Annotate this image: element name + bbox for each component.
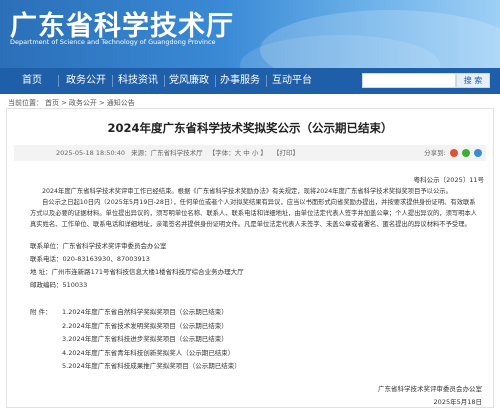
body-paragraph: 自公示之日起10日内（2025年5月19日-28日），任何单位或者个人对拟奖结果… bbox=[30, 199, 478, 228]
share-bar: 分享到: bbox=[424, 145, 482, 161]
contact-label: 邮政编码： bbox=[30, 281, 63, 289]
article-body: 2024年度广东省科学技术奖评审工作已经结束。根据《广东省科学技术奖励办法》有关… bbox=[30, 186, 480, 230]
breadcrumb: 当前位置： 首页 > 政务公开 > 通知公告 bbox=[8, 98, 137, 108]
body-paragraph: 2024年度广东省科学技术奖评审工作已经结束。根据《广东省科学技术奖励办法》有关… bbox=[42, 188, 452, 195]
print-link[interactable]: 【打印】 bbox=[273, 149, 299, 157]
nav-item-services[interactable]: 办事服务 bbox=[216, 68, 264, 94]
signature-org: 广东省科学技术奖评审委员会办公室 bbox=[378, 385, 482, 393]
font-size-controls[interactable]: 【字体：大 中 小 】 bbox=[209, 149, 267, 157]
attachment-link[interactable]: 2.2024年度广东省技术发明奖拟奖项目（公示期已结束） bbox=[62, 320, 241, 334]
site-subtitle: Department of Science and Technology of … bbox=[10, 38, 216, 46]
search-input[interactable] bbox=[362, 73, 456, 88]
share-label: 分享到: bbox=[424, 149, 446, 157]
article-title: 2024年度广东省科学技术奖拟奖公示（公示期已结束） bbox=[107, 121, 393, 135]
breadcrumb-item-gov-affairs[interactable]: 政务公开 bbox=[69, 99, 97, 107]
attachment-link[interactable]: 4.2024年度广东省青年科技创新奖拟奖人（公示期已结束） bbox=[62, 347, 241, 361]
contact-label: 地 址： bbox=[30, 268, 52, 276]
contact-label: 联系电话： bbox=[30, 255, 63, 263]
article-meta-bar: 2025-05-18 18:50:40 来源：广东省科学技术厅 【字体：大 中 … bbox=[14, 145, 486, 161]
contact-row: 地 址：广州市连新路171号省科技信息大楼1楼省科技厅综合业务办理大厅 bbox=[30, 266, 244, 279]
signature-block: 广东省科学技术奖评审委员会办公室 2025年5月18日 bbox=[378, 383, 482, 409]
breadcrumb-separator: > bbox=[61, 99, 67, 107]
contact-label: 联系单位： bbox=[30, 242, 63, 250]
attachment-link[interactable]: 3.2024年度广东省科技进步奖拟奖项目（公示期已结束） bbox=[62, 333, 241, 347]
nav-item-interaction[interactable]: 互动平台 bbox=[268, 68, 316, 94]
qzone-icon[interactable] bbox=[474, 149, 482, 157]
site-banner: 广东省科学技术厅 Department of Science and Techn… bbox=[0, 0, 500, 68]
wechat-icon[interactable] bbox=[461, 149, 470, 157]
contact-value: 广东省科学技术奖评审委员会办公室 bbox=[62, 242, 167, 250]
contact-info: 联系单位：广东省科学技术奖评审委员会办公室 联系电话：020-83163930、… bbox=[30, 240, 244, 292]
nav-item-gov-affairs[interactable]: 政务公开 bbox=[62, 68, 110, 94]
nav-item-news[interactable]: 科技资讯 bbox=[114, 68, 162, 94]
contact-row: 联系电话：020-83163930、87003913 bbox=[30, 253, 244, 266]
attachment-list: 1.2024年度广东省自然科学奖拟奖项目（公示期已结束） 2.2024年度广东省… bbox=[62, 306, 241, 374]
weibo-icon[interactable] bbox=[449, 149, 458, 157]
breadcrumb-item-notices[interactable]: 通知公告 bbox=[107, 99, 135, 107]
nav-divider bbox=[266, 75, 267, 87]
search-button[interactable]: 搜 索 bbox=[456, 73, 490, 88]
document-number: 粤科公示〔2025〕11号 bbox=[413, 176, 484, 184]
nav-divider bbox=[58, 75, 59, 87]
contact-value: 020-83163930、87003913 bbox=[62, 255, 150, 263]
nav-item-home[interactable]: 首页 bbox=[14, 68, 50, 94]
attachments-label: 附 件： bbox=[30, 308, 52, 316]
article-date: 2025-05-18 18:50:40 bbox=[56, 149, 126, 157]
nav-item-integrity[interactable]: 党风廉政 bbox=[165, 68, 213, 94]
attachment-link[interactable]: 5.2024年度广东省科技成果推广奖拟奖项目（公示期已结束） bbox=[62, 360, 241, 374]
contact-value: 广州市连新路171号省科技信息大楼1楼省科技厅综合业务办理大厅 bbox=[51, 268, 244, 276]
contact-row: 联系单位：广东省科学技术奖评审委员会办公室 bbox=[30, 240, 244, 253]
contact-row: 邮政编码：510033 bbox=[30, 279, 244, 292]
breadcrumb-separator: > bbox=[98, 99, 105, 107]
breadcrumb-item-home[interactable]: 首页 bbox=[45, 99, 59, 107]
contact-value: 510033 bbox=[62, 281, 88, 289]
nav-divider bbox=[112, 75, 113, 87]
signature-date: 2025年5月18日 bbox=[433, 398, 482, 406]
article-source: 来源：广东省科学技术厅 bbox=[131, 149, 203, 157]
attachment-link[interactable]: 1.2024年度广东省自然科学奖拟奖项目（公示期已结束） bbox=[62, 306, 241, 320]
breadcrumb-label: 当前位置： bbox=[8, 99, 43, 107]
